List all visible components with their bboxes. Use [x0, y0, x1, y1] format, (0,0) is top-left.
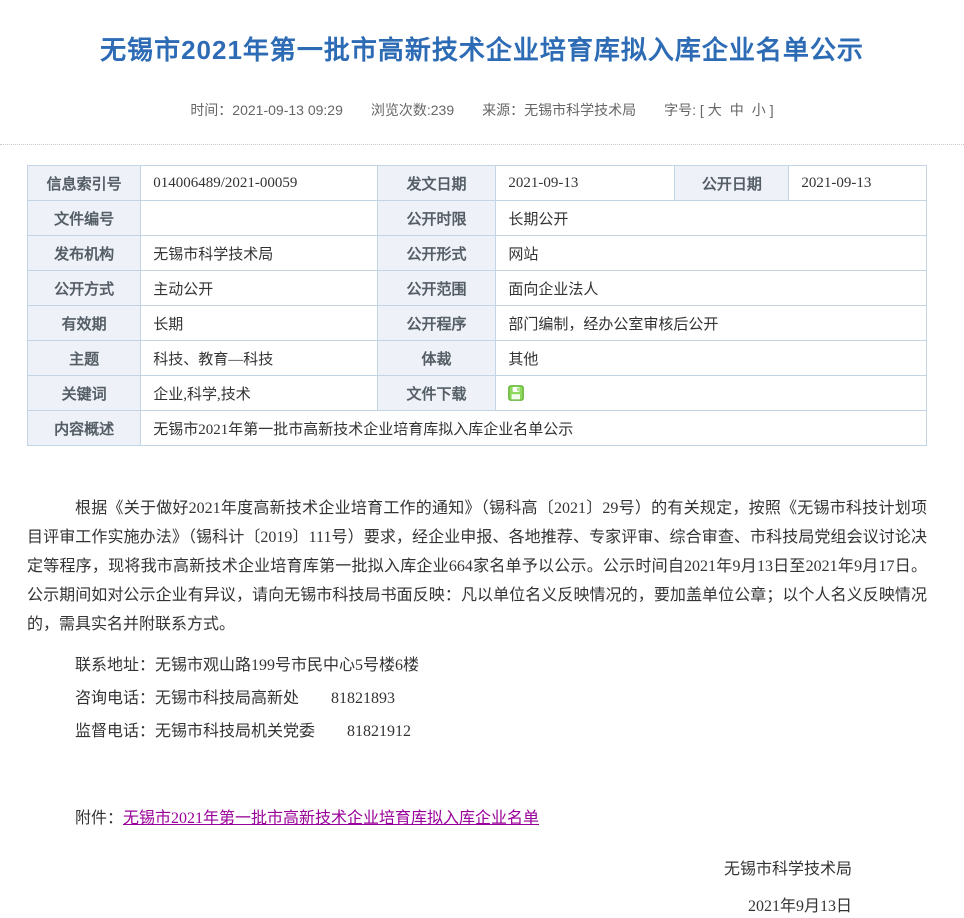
field-value-index-number: 014006489/2021-00059 [141, 166, 377, 201]
field-value-file-download [496, 376, 927, 411]
table-row: 关键词 企业,科学,技术 文件下载 [28, 376, 927, 411]
publish-time: 时间：2021-09-13 09:29 [190, 102, 343, 118]
field-label-summary: 内容概述 [28, 411, 141, 446]
fontsize-control: 字号: [大中小] [664, 102, 774, 118]
meta-bar: 时间：2021-09-13 09:29 浏览次数:239 来源：无锡市科学技术局 字号… [0, 100, 964, 120]
field-label-public-date: 公开日期 [675, 166, 789, 201]
announcement-page: 无锡市2021年第一批市高新技术企业培育库拟入库企业名单公示 时间：2021-0… [0, 0, 964, 918]
field-label-index-number: 信息索引号 [28, 166, 141, 201]
field-value-public-method: 主动公开 [141, 271, 377, 306]
document-info-table: 信息索引号 014006489/2021-00059 发文日期 2021-09-… [27, 165, 927, 446]
signature-date: 2021年9月13日 [27, 896, 852, 918]
field-value-public-date: 2021-09-13 [789, 166, 927, 201]
page-title: 无锡市2021年第一批市高新技术企业培育库拟入库企业名单公示 [0, 30, 964, 67]
field-label-public-duration: 公开时限 [377, 201, 496, 236]
field-value-public-procedure: 部门编制，经办公室审核后公开 [496, 306, 927, 341]
save-icon[interactable] [508, 385, 524, 401]
contact-address: 联系地址：无锡市观山路199号市民中心5号楼6楼 [27, 649, 927, 682]
field-label-public-method: 公开方式 [28, 271, 141, 306]
field-value-summary: 无锡市2021年第一批市高新技术企业培育库拟入库企业名单公示 [141, 411, 927, 446]
contact-phone: 咨询电话：无锡市科技局高新处 81821893 [27, 682, 927, 715]
table-row: 有效期 长期 公开程序 部门编制，经办公室审核后公开 [28, 306, 927, 341]
field-label-file-download: 文件下载 [377, 376, 496, 411]
field-label-issue-date: 发文日期 [377, 166, 496, 201]
field-value-keywords: 企业,科学,技术 [141, 376, 377, 411]
divider [0, 144, 964, 145]
supervise-phone: 监督电话：无锡市科技局机关党委 81821912 [27, 715, 927, 748]
source-label: 来源：无锡市科学技术局 [482, 102, 636, 118]
field-label-public-form: 公开形式 [377, 236, 496, 271]
table-row: 主题 科技、教育—科技 体裁 其他 [28, 341, 927, 376]
view-count: 浏览次数:239 [371, 102, 454, 118]
field-value-validity: 长期 [141, 306, 377, 341]
field-label-keywords: 关键词 [28, 376, 141, 411]
signature-block: 无锡市科学技术局 2021年9月13日 [27, 859, 927, 918]
fontsize-small-button[interactable]: 小 [752, 102, 766, 118]
field-label-topic: 主题 [28, 341, 141, 376]
attachment-label: 附件： [75, 810, 123, 827]
table-row: 发布机构 无锡市科学技术局 公开形式 网站 [28, 236, 927, 271]
field-value-doc-number [141, 201, 377, 236]
field-label-validity: 有效期 [28, 306, 141, 341]
contact-group: 联系地址：无锡市观山路199号市民中心5号楼6楼 咨询电话：无锡市科技局高新处 … [27, 649, 927, 748]
field-label-genre: 体裁 [377, 341, 496, 376]
field-label-public-scope: 公开范围 [377, 271, 496, 306]
field-value-public-duration: 长期公开 [496, 201, 927, 236]
content-column: 信息索引号 014006489/2021-00059 发文日期 2021-09-… [27, 165, 927, 918]
attachment-link[interactable]: 无锡市2021年第一批市高新技术企业培育库拟入库企业名单 [123, 810, 539, 827]
attachment-row: 附件：无锡市2021年第一批市高新技术企业培育库拟入库企业名单 [27, 804, 927, 833]
field-label-public-procedure: 公开程序 [377, 306, 496, 341]
table-row: 信息索引号 014006489/2021-00059 发文日期 2021-09-… [28, 166, 927, 201]
table-row: 文件编号 公开时限 长期公开 [28, 201, 927, 236]
fontsize-prefix: 字号: [ [664, 102, 704, 118]
article-body: 根据《关于做好2021年度高新技术企业培育工作的通知》（锡科高〔2021〕29号… [27, 494, 927, 918]
field-value-topic: 科技、教育—科技 [141, 341, 377, 376]
fontsize-suffix: ] [770, 102, 774, 118]
table-row: 内容概述 无锡市2021年第一批市高新技术企业培育库拟入库企业名单公示 [28, 411, 927, 446]
field-value-public-scope: 面向企业法人 [496, 271, 927, 306]
field-label-doc-number: 文件编号 [28, 201, 141, 236]
main-paragraph: 根据《关于做好2021年度高新技术企业培育工作的通知》（锡科高〔2021〕29号… [27, 494, 927, 639]
fontsize-medium-button[interactable]: 中 [730, 102, 744, 118]
table-row: 公开方式 主动公开 公开范围 面向企业法人 [28, 271, 927, 306]
signature-org: 无锡市科学技术局 [27, 859, 852, 881]
field-value-public-form: 网站 [496, 236, 927, 271]
fontsize-large-button[interactable]: 大 [708, 102, 722, 118]
field-value-genre: 其他 [496, 341, 927, 376]
field-value-publisher: 无锡市科学技术局 [141, 236, 377, 271]
field-label-publisher: 发布机构 [28, 236, 141, 271]
field-value-issue-date: 2021-09-13 [496, 166, 675, 201]
